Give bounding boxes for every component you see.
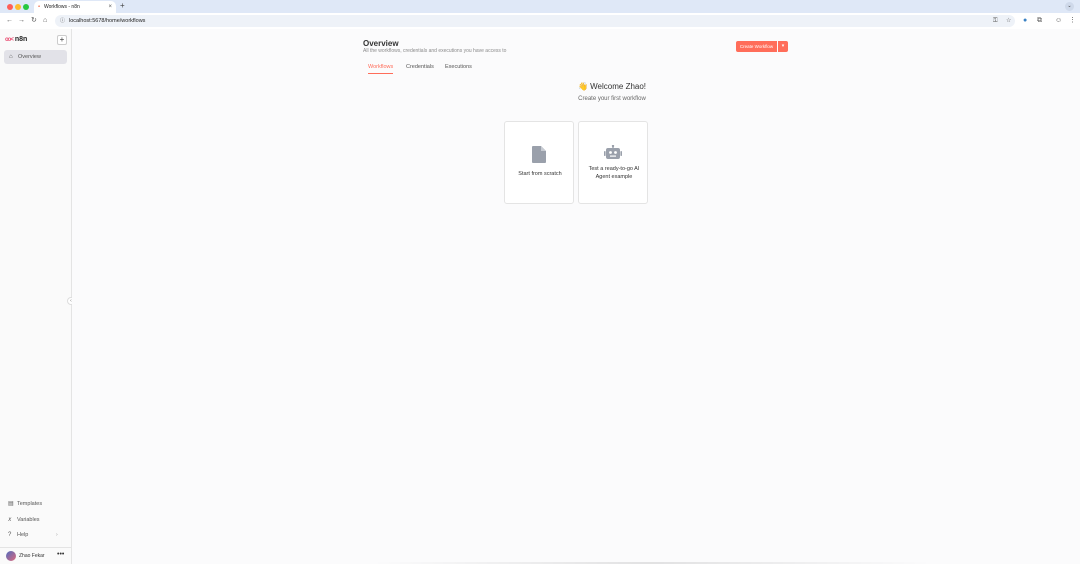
robot-icon (579, 144, 647, 165)
tab-workflows[interactable]: Workflows (368, 63, 394, 74)
n8n-logo[interactable]: oo< n8n (5, 36, 27, 43)
variables-icon: 𝑥 (8, 517, 12, 523)
password-key-icon[interactable]: ⚿ (993, 15, 998, 27)
address-bar[interactable]: ⓘ localhost:5678/home/workflows ⚿ ☆ (55, 15, 1015, 27)
site-info-icon[interactable]: ⓘ (60, 15, 65, 27)
extension-icon[interactable]: ● (1023, 16, 1027, 26)
create-workflow-button[interactable]: Create Workflow (736, 41, 777, 52)
user-more-button[interactable]: ••• (57, 551, 64, 558)
ai-agent-example-card[interactable]: Test a ready-to-go AI Agent example (578, 121, 648, 204)
maximize-window-button[interactable] (23, 4, 29, 10)
browser-tab[interactable]: ⚬ Workflows - n8n × (34, 1, 116, 13)
bookmark-star-icon[interactable]: ☆ (1006, 15, 1011, 27)
sidebar-item-label: Variables (17, 517, 40, 523)
forward-icon[interactable]: → (18, 16, 25, 26)
sidebar-item-variables[interactable]: 𝑥 Variables (8, 516, 40, 524)
help-icon: ? (8, 532, 12, 538)
extensions-puzzle-icon[interactable]: ⧉ (1037, 16, 1042, 26)
sidebar-item-label: Overview (18, 54, 41, 60)
chevron-right-icon: › (56, 532, 58, 538)
reload-icon[interactable]: ↻ (31, 16, 37, 26)
welcome-heading: 👋 Welcome Zhao! (577, 82, 647, 91)
main-content: Overview All the workflows, credentials … (72, 29, 1080, 564)
tab-executions[interactable]: Executions (445, 63, 472, 72)
user-name: Zhao Fekar (19, 553, 45, 559)
avatar (6, 551, 16, 561)
sidebar-item-label: Templates (17, 501, 43, 507)
welcome-subtitle: Create your first workflow (578, 96, 646, 102)
sidebar: oo< n8n + ⌂ Overview ‹ ▤ Templates 𝑥 Variab… (0, 29, 75, 564)
card-label: Start from scratch (518, 171, 562, 177)
n8n-favicon-icon: ⚬ (37, 4, 42, 10)
browser-toolbar: ← → ↻ ⌂ ⓘ localhost:5678/home/workflows … (0, 13, 1080, 29)
home-icon: ⌂ (9, 54, 13, 60)
browser-chrome: ⚬ Workflows - n8n × + ⌄ ← → ↻ ⌂ ⓘ localh… (0, 0, 1080, 29)
user-menu[interactable]: Zhao Fekar ••• (0, 547, 71, 564)
tab-bar: ⚬ Workflows - n8n × + ⌄ (0, 0, 1080, 13)
close-window-button[interactable] (7, 4, 13, 10)
sidebar-item-label: Help (17, 532, 29, 538)
create-dropdown-button[interactable]: ▾ (778, 41, 788, 52)
url-text: localhost:5678/home/workflows (69, 18, 146, 24)
tab-close-icon[interactable]: × (108, 1, 112, 13)
sidebar-item-templates[interactable]: ▤ Templates (8, 500, 42, 508)
n8n-logo-icon: oo< (5, 37, 14, 43)
chevron-down-icon: ▾ (781, 43, 785, 49)
profile-avatar-icon[interactable]: ☺ (1055, 16, 1062, 26)
page-subtitle: All the workflows, credentials and execu… (363, 48, 507, 54)
tab-credentials[interactable]: Credentials (406, 63, 434, 72)
back-icon[interactable]: ← (6, 16, 13, 26)
minimize-window-button[interactable] (15, 4, 21, 10)
new-tab-button[interactable]: + (120, 1, 125, 10)
sidebar-item-overview[interactable]: ⌂ Overview (4, 50, 67, 64)
tab-title: Workflows - n8n (44, 4, 80, 10)
logo-text: n8n (14, 36, 28, 43)
tab-search-icon[interactable]: ⌄ (1065, 2, 1074, 11)
add-button[interactable]: + (57, 35, 67, 45)
templates-icon: ▤ (8, 501, 14, 507)
sidebar-item-help[interactable]: ? Help › (8, 531, 58, 539)
home-browser-icon[interactable]: ⌂ (43, 16, 47, 26)
file-icon (505, 146, 573, 168)
start-from-scratch-card[interactable]: Start from scratch (504, 121, 574, 204)
page-title: Overview (363, 39, 399, 48)
card-label: Test a ready-to-go AI Agent example (588, 166, 640, 180)
browser-menu-icon[interactable]: ⋮ (1069, 16, 1076, 26)
